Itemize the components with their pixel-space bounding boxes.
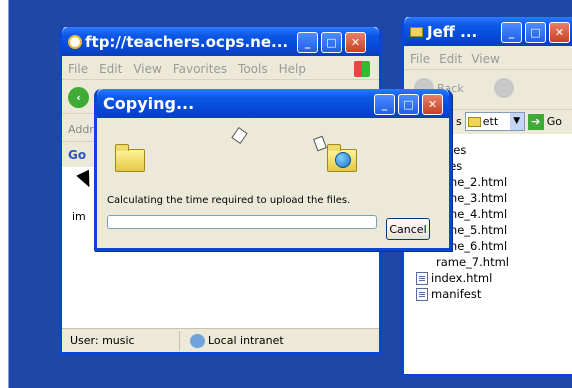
cancel-button[interactable]: Cancel bbox=[386, 218, 430, 240]
folder-title-icon bbox=[410, 26, 423, 37]
google-label[interactable]: Go bbox=[68, 148, 86, 162]
desktop: ftp://teachers.ocps.ne... _ □ ✕ File Edi… bbox=[8, 0, 572, 388]
address-label: Addr bbox=[68, 123, 94, 136]
globe-icon bbox=[335, 152, 351, 168]
menu-file[interactable]: File bbox=[68, 62, 88, 76]
copy-progress-bar bbox=[107, 215, 377, 229]
dialog-close-button[interactable]: ✕ bbox=[422, 94, 443, 115]
menu-help[interactable]: Help bbox=[279, 62, 306, 76]
jeff-address-field[interactable]: ett ▼ bbox=[464, 112, 525, 131]
back-icon[interactable]: ‹ bbox=[68, 87, 89, 108]
copy-dialog-title: Copying... bbox=[103, 94, 195, 113]
forward-icon[interactable] bbox=[494, 78, 514, 98]
dropdown-arrow-icon[interactable]: ▼ bbox=[509, 113, 524, 130]
status-zone: Local intranet bbox=[208, 334, 284, 347]
jeff-close-button[interactable]: ✕ bbox=[549, 22, 570, 43]
copy-message: Calculating the time required to upload … bbox=[107, 195, 351, 206]
jeff-go-label[interactable]: Go bbox=[547, 115, 562, 128]
file-item[interactable]: rame_7.html bbox=[416, 254, 572, 270]
menu-tools[interactable]: Tools bbox=[238, 62, 268, 76]
intranet-icon bbox=[190, 333, 205, 348]
ie-icon bbox=[68, 34, 82, 49]
jeff-address-label: s bbox=[456, 115, 462, 128]
jeff-address-value: ett bbox=[482, 115, 499, 128]
copy-dialog-titlebar[interactable]: Copying... bbox=[97, 89, 449, 118]
file-item[interactable]: manifest bbox=[416, 286, 572, 302]
jeff-menu-view[interactable]: View bbox=[471, 52, 499, 66]
jeff-window-title: Jeff ... bbox=[427, 22, 478, 41]
status-user: User: music bbox=[62, 330, 180, 351]
html-file-icon bbox=[416, 271, 428, 285]
maximize-button[interactable]: □ bbox=[321, 32, 342, 53]
addr-folder-icon bbox=[467, 116, 481, 127]
jeff-minimize-button[interactable]: _ bbox=[501, 22, 522, 43]
jeff-titlebar[interactable]: Jeff ... bbox=[404, 17, 572, 46]
ftp-menubar: File Edit View Favorites Tools Help bbox=[62, 59, 379, 80]
menu-favorites[interactable]: Favorites bbox=[173, 62, 227, 76]
windows-flag-icon bbox=[354, 61, 370, 77]
jeff-maximize-button[interactable]: □ bbox=[525, 22, 546, 43]
jeff-menu-edit[interactable]: Edit bbox=[439, 52, 462, 66]
ftp-window-title: ftp://teachers.ocps.ne... bbox=[85, 32, 289, 51]
close-button[interactable]: ✕ bbox=[345, 32, 366, 53]
flying-paper-icon bbox=[231, 127, 248, 144]
minimize-button[interactable]: _ bbox=[297, 32, 318, 53]
go-arrow-icon[interactable]: ➔ bbox=[527, 113, 544, 130]
mouse-cursor-icon bbox=[76, 169, 96, 191]
ftp-statusbar: User: music Local intranet bbox=[62, 328, 379, 352]
file-item[interactable]: index.html bbox=[416, 270, 572, 286]
manifest-file-icon bbox=[416, 287, 428, 301]
dialog-maximize-button[interactable]: □ bbox=[398, 94, 419, 115]
menu-view[interactable]: View bbox=[133, 62, 161, 76]
jeff-menubar: File Edit View bbox=[404, 49, 572, 70]
doc-arrive-icon bbox=[313, 135, 327, 152]
jeff-menu-file[interactable]: File bbox=[410, 52, 430, 66]
copy-dialog: Copying... _ □ ✕ Calculating the time re… bbox=[94, 89, 452, 251]
menu-edit[interactable]: Edit bbox=[99, 62, 122, 76]
source-folder-icon bbox=[115, 144, 145, 172]
left-cut-text: im bbox=[72, 210, 86, 223]
dialog-minimize-button[interactable]: _ bbox=[374, 94, 395, 115]
